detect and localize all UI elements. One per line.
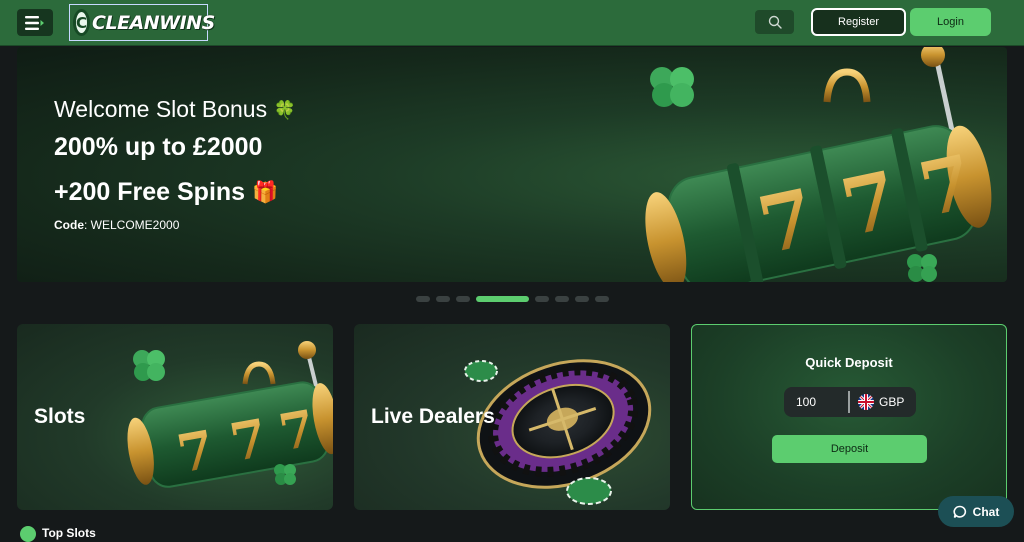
carousel-dot[interactable] bbox=[595, 296, 609, 302]
slots-card[interactable]: Slots 7 7 7 bbox=[17, 324, 333, 510]
quick-deposit-title: Quick Deposit bbox=[805, 355, 893, 370]
live-dealers-card-label: Live Dealers bbox=[371, 405, 495, 428]
gift-icon: 🎁 bbox=[252, 181, 279, 205]
slot-machine-illustration: 7 7 7 bbox=[127, 341, 333, 488]
search-icon bbox=[768, 15, 782, 29]
login-button[interactable]: Login bbox=[910, 8, 991, 36]
carousel-indicators bbox=[0, 296, 1024, 302]
carousel-dot[interactable] bbox=[535, 296, 549, 302]
hamburger-icon bbox=[25, 15, 44, 30]
hero-free-spins-text: +200 Free Spins bbox=[54, 178, 246, 206]
site-logo[interactable]: C CLEANWINS bbox=[69, 4, 215, 41]
carousel-dot[interactable] bbox=[476, 296, 529, 302]
hero-code-value: : WELCOME2000 bbox=[84, 218, 180, 232]
hero-title-text: Welcome Slot Bonus bbox=[54, 96, 268, 122]
hero-code-label: Code bbox=[54, 218, 84, 232]
chat-button[interactable]: Chat bbox=[938, 496, 1014, 527]
menu-button[interactable] bbox=[17, 9, 53, 36]
carousel-dot[interactable] bbox=[456, 296, 470, 302]
live-dealers-card[interactable]: Live Dealers bbox=[354, 324, 670, 510]
carousel-dot[interactable] bbox=[416, 296, 430, 302]
clover-icon bbox=[650, 67, 694, 107]
section-icon bbox=[20, 526, 36, 542]
carousel-dot[interactable] bbox=[555, 296, 569, 302]
slots-card-label: Slots bbox=[34, 405, 86, 428]
logo-mark-icon: C bbox=[73, 9, 91, 36]
logo-text: CLEANWINS bbox=[92, 11, 215, 34]
deposit-amount-input[interactable] bbox=[784, 387, 848, 417]
deposit-amount-field: GBP bbox=[784, 387, 916, 417]
clover-icon bbox=[274, 464, 296, 485]
carousel-dot[interactable] bbox=[575, 296, 589, 302]
slot-machine-illustration: 7 7 7 bbox=[645, 47, 992, 282]
top-header: C CLEANWINS Register Login bbox=[0, 0, 1024, 46]
uk-flag-icon bbox=[858, 394, 874, 410]
search-button[interactable] bbox=[755, 10, 794, 34]
chat-label: Chat bbox=[972, 504, 1000, 519]
clover-icon bbox=[907, 254, 937, 282]
hero-title: Welcome Slot Bonus 🍀 bbox=[54, 96, 296, 123]
carousel-dot[interactable] bbox=[436, 296, 450, 302]
register-button[interactable]: Register bbox=[811, 8, 906, 36]
clover-icon bbox=[133, 350, 165, 381]
hero-banner[interactable]: Welcome Slot Bonus 🍀 200% up to £2000 +2… bbox=[17, 47, 1007, 282]
section-heading: Top Slots bbox=[42, 526, 96, 540]
currency-code: GBP bbox=[879, 395, 905, 409]
quick-deposit-card: Quick Deposit GBP Deposit bbox=[691, 324, 1007, 510]
chat-bubble-icon bbox=[953, 505, 966, 518]
hero-free-spins: +200 Free Spins 🎁 bbox=[54, 178, 278, 207]
shamrock-icon: 🍀 bbox=[273, 100, 296, 121]
hero-bonus-code: Code: WELCOME2000 bbox=[54, 218, 179, 232]
currency-selector[interactable]: GBP bbox=[850, 394, 904, 410]
deposit-button[interactable]: Deposit bbox=[772, 435, 927, 463]
hero-bonus-amount: 200% up to £2000 bbox=[54, 133, 263, 161]
